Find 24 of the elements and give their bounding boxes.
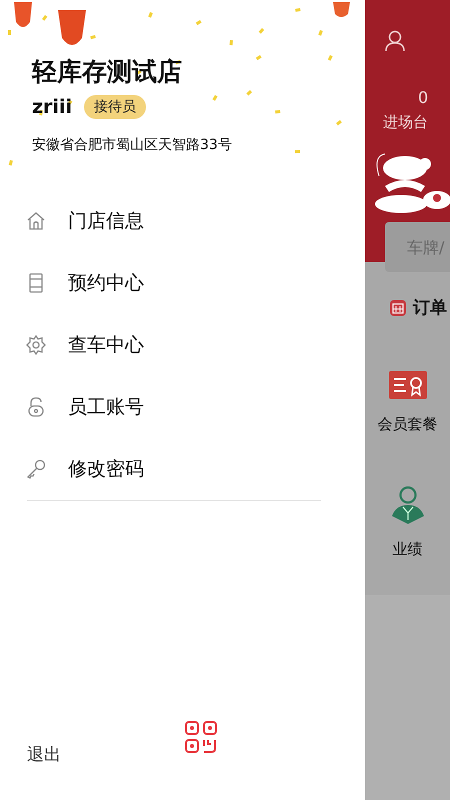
section-title: 订单 [413, 297, 447, 319]
logout-button[interactable]: 退出 [27, 743, 167, 766]
person-icon [390, 486, 424, 524]
menu-item[interactable]: 查车中心 [26, 314, 326, 376]
gear-icon [26, 335, 46, 355]
unlocked-padlock-icon [26, 397, 46, 417]
calendar-icon [389, 298, 407, 316]
entry-count-label: 进场台 [383, 113, 428, 132]
menu-item[interactable]: 预约中心 [26, 252, 326, 314]
role-badge: 接待员 [84, 95, 146, 119]
user-name: zriii [32, 96, 72, 118]
tile-label: 会员套餐 [378, 415, 438, 434]
house-icon [26, 211, 46, 231]
entry-count: 0 [418, 88, 428, 107]
tile-label: 业绩 [392, 540, 422, 559]
person-icon [385, 30, 405, 52]
key-icon [26, 459, 46, 479]
menu-item[interactable]: 员工账号 [26, 376, 326, 438]
qr-code-icon[interactable] [184, 720, 218, 754]
store-address: 安徽省合肥市蜀山区天智路33号 [32, 136, 233, 154]
menu-item[interactable]: 修改密码 [26, 438, 326, 500]
store-name: 轻库存测试店 [32, 56, 183, 88]
menu-item[interactable]: 门店信息 [26, 190, 326, 252]
certificate-icon [388, 371, 426, 399]
